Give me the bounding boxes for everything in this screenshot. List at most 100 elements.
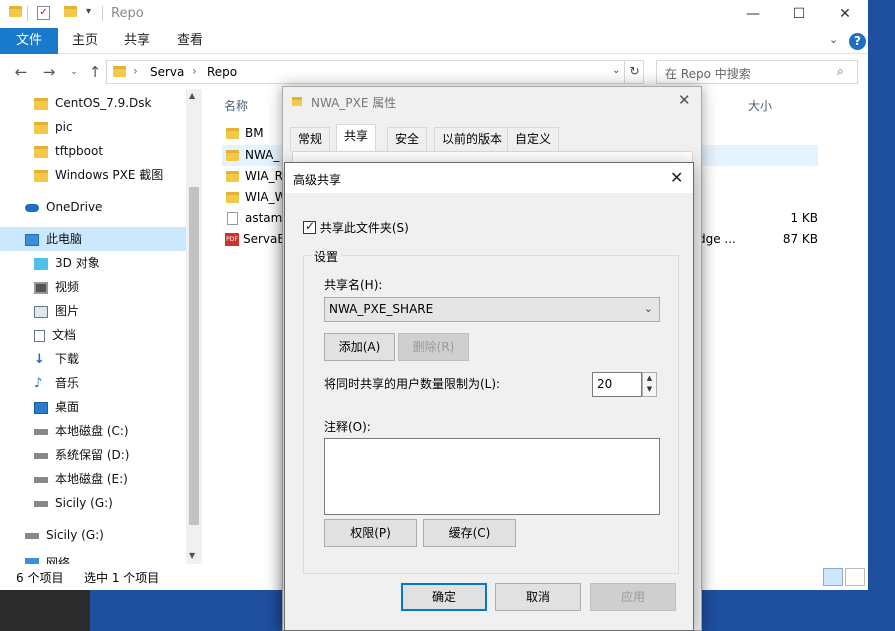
- chevron-right-icon: ›: [133, 64, 138, 78]
- title-bar: ✓ ▾ Repo — ☐ ✕: [0, 0, 868, 28]
- chevron-down-icon[interactable]: ⌄: [829, 33, 838, 46]
- sidebar-item-label: CentOS_7.9.Dsk: [55, 96, 152, 110]
- divider: [27, 6, 28, 21]
- sidebar-item-label: 此电脑: [46, 232, 83, 246]
- file-name: BM: [245, 126, 264, 140]
- new-folder-icon[interactable]: [64, 6, 78, 20]
- tab-customize[interactable]: 自定义: [507, 127, 560, 151]
- apply-button[interactable]: 应用: [590, 583, 676, 611]
- sidebar-item-documents[interactable]: 文档: [0, 323, 186, 347]
- user-limit-input[interactable]: 20: [592, 372, 642, 397]
- sidebar-scroll-thumb[interactable]: [189, 187, 199, 525]
- stepper-down-icon[interactable]: ▼: [643, 384, 656, 395]
- tab-view[interactable]: 查看: [177, 28, 203, 54]
- share-folder-label: 共享此文件夹(S): [319, 221, 409, 235]
- ribbon-tabs: 文件 主页 共享 查看 ⌄ ?: [0, 28, 868, 54]
- scroll-down-icon[interactable]: ▼: [189, 551, 195, 560]
- details-view-icon[interactable]: [823, 568, 843, 586]
- address-bar[interactable]: › Serva › Repo ⌄: [106, 60, 644, 84]
- dialog-title-bar: 高级共享 ✕: [285, 163, 693, 193]
- computer-icon: [25, 233, 39, 246]
- maximize-button[interactable]: ☐: [776, 0, 822, 28]
- large-icons-view-icon[interactable]: [845, 568, 865, 586]
- cache-button[interactable]: 缓存(C): [423, 519, 516, 547]
- close-icon[interactable]: ✕: [670, 168, 683, 187]
- refresh-icon[interactable]: ↻: [624, 60, 644, 84]
- cancel-button[interactable]: 取消: [495, 583, 581, 611]
- sidebar-item-downloads[interactable]: ↓ 下载: [0, 347, 186, 371]
- comment-textarea[interactable]: [324, 438, 660, 515]
- sidebar-item-drive-d[interactable]: 系统保留 (D:): [0, 443, 186, 467]
- sidebar-item-drive-c[interactable]: 本地磁盘 (C:): [0, 419, 186, 443]
- tab-file[interactable]: 文件: [0, 28, 58, 54]
- sidebar-item-onedrive[interactable]: OneDrive: [0, 195, 186, 219]
- breadcrumb-serva[interactable]: Serva: [150, 65, 184, 79]
- sidebar-item-pictures[interactable]: 图片: [0, 299, 186, 323]
- sidebar-item-3d-objects[interactable]: 3D 对象: [0, 251, 186, 275]
- chevron-down-icon[interactable]: ⌄: [644, 302, 653, 315]
- item-count: 6 个项目: [16, 571, 64, 585]
- permissions-button[interactable]: 权限(P): [324, 519, 417, 547]
- sidebar-item-windows-pxe[interactable]: Windows PXE 截图: [0, 163, 186, 187]
- comment-label: 注释(O):: [324, 420, 371, 434]
- file-name: NWA_: [245, 148, 280, 162]
- tab-security[interactable]: 安全: [387, 127, 428, 151]
- forward-arrow-icon[interactable]: →: [39, 63, 59, 81]
- share-folder-checkbox[interactable]: 共享此文件夹(S): [303, 219, 409, 236]
- sidebar-item-pic[interactable]: pic: [0, 115, 186, 139]
- tab-home[interactable]: 主页: [72, 28, 98, 54]
- column-header-size[interactable]: 大小: [748, 97, 772, 114]
- ok-button[interactable]: 确定: [401, 583, 487, 611]
- sidebar-item-drive-g[interactable]: Sicily (G:): [0, 491, 186, 515]
- share-name-label: 共享名(H):: [324, 278, 383, 292]
- up-arrow-icon[interactable]: ↑: [85, 63, 105, 81]
- tab-previous-versions[interactable]: 以前的版本: [434, 127, 511, 151]
- help-icon[interactable]: ?: [849, 33, 866, 50]
- sidebar-item-drive-g-2[interactable]: Sicily (G:): [0, 523, 186, 547]
- folder-icon: [226, 128, 239, 139]
- sidebar-item-centos[interactable]: CentOS_7.9.Dsk: [0, 91, 186, 115]
- sidebar-item-drive-e[interactable]: 本地磁盘 (E:): [0, 467, 186, 491]
- sidebar-item-label: 图片: [55, 304, 80, 318]
- tab-sharing[interactable]: 共享: [336, 124, 377, 152]
- chevron-down-icon[interactable]: ⌄: [64, 63, 84, 81]
- sidebar-item-label: 本地磁盘 (C:): [55, 424, 129, 438]
- scroll-up-icon[interactable]: ▲: [189, 91, 195, 100]
- stepper-up-icon[interactable]: ▲: [643, 373, 656, 384]
- breadcrumb-repo[interactable]: Repo: [207, 65, 237, 79]
- sidebar-item-desktop[interactable]: 桌面: [0, 395, 186, 419]
- video-icon: [34, 281, 48, 294]
- checkbox-checked[interactable]: [303, 219, 316, 234]
- share-name-select[interactable]: NWA_PXE_SHARE ⌄: [324, 297, 660, 322]
- sidebar-item-videos[interactable]: 视频: [0, 275, 186, 299]
- user-limit-label: 将同时共享的用户数量限制为(L):: [324, 377, 501, 391]
- sidebar-item-label: 视频: [55, 280, 80, 294]
- add-button[interactable]: 添加(A): [324, 333, 395, 361]
- minimize-button[interactable]: —: [730, 0, 776, 28]
- sidebar-item-music[interactable]: ♪ 音乐: [0, 371, 186, 395]
- customize-quick-access-icon[interactable]: ▾: [86, 6, 91, 17]
- user-limit-stepper[interactable]: ▲ ▼: [642, 372, 657, 397]
- sidebar-item-label: Sicily (G:): [55, 496, 113, 510]
- sidebar-item-tftpboot[interactable]: tftpboot: [0, 139, 186, 163]
- back-arrow-icon[interactable]: ←: [11, 63, 31, 81]
- sidebar-item-label: Sicily (G:): [46, 528, 104, 542]
- sidebar-item-this-pc[interactable]: 此电脑: [0, 227, 186, 251]
- search-input[interactable]: 在 Repo 中搜索 ⌕: [656, 60, 858, 84]
- tab-share[interactable]: 共享: [124, 28, 150, 54]
- sidebar-item-label: 音乐: [55, 376, 80, 390]
- close-button[interactable]: ✕: [822, 0, 868, 28]
- file-name: WIA_R: [245, 169, 283, 183]
- close-icon[interactable]: ✕: [678, 91, 691, 109]
- navigation-pane: CentOS_7.9.Dsk pic tftpboot Windows PXE …: [0, 89, 202, 564]
- sidebar-item-label: 文档: [52, 328, 77, 342]
- properties-icon[interactable]: ✓: [37, 6, 50, 20]
- sidebar-item-network[interactable]: 网络: [0, 549, 186, 564]
- sidebar-item-label: OneDrive: [46, 200, 103, 214]
- column-header-name[interactable]: 名称: [224, 97, 248, 114]
- cloud-icon: [25, 203, 39, 212]
- tab-general[interactable]: 常规: [290, 127, 331, 151]
- search-icon[interactable]: ⌕: [837, 64, 844, 79]
- chevron-down-icon[interactable]: ⌄: [612, 65, 620, 76]
- remove-button[interactable]: 删除(R): [398, 333, 469, 361]
